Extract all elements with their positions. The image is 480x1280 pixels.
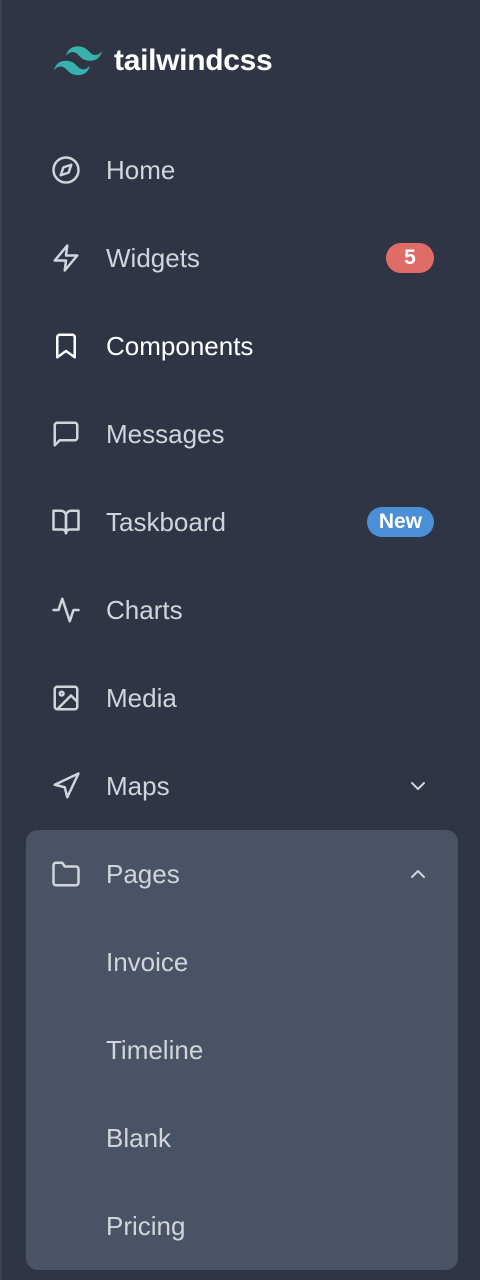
subnav-label: Blank	[106, 1122, 172, 1153]
nav-label: Messages	[106, 418, 225, 449]
chevron-up-icon[interactable]	[406, 862, 430, 886]
subnav-label: Invoice	[106, 946, 189, 977]
nav-label: Taskboard	[106, 506, 226, 537]
subnav-item-timeline[interactable]: Timeline	[26, 1006, 458, 1094]
nav-label: Components	[106, 330, 254, 361]
nav-item-home[interactable]: Home	[26, 126, 458, 214]
nav-label: Home	[106, 154, 176, 185]
nav-item-media[interactable]: Media	[26, 654, 458, 742]
book-open-icon	[50, 506, 82, 538]
nav-label: Widgets	[106, 242, 200, 273]
compass-icon	[50, 154, 82, 186]
lightning-icon	[50, 242, 82, 274]
nav-label: Pages	[106, 858, 180, 889]
brand-name: tailwindcss	[114, 44, 273, 77]
bookmark-icon	[50, 330, 82, 362]
subnav-item-invoice[interactable]: Invoice	[26, 918, 458, 1006]
tailwind-logo-icon	[54, 46, 102, 76]
nav-item-taskboard[interactable]: Taskboard New	[26, 478, 458, 566]
folder-icon	[50, 858, 82, 890]
nav-label: Charts	[106, 594, 183, 625]
chevron-down-icon[interactable]	[406, 774, 430, 798]
nav-label: Maps	[106, 770, 170, 801]
subnav-item-blank[interactable]: Blank	[26, 1094, 458, 1182]
nav-item-components[interactable]: Components	[26, 302, 458, 390]
activity-icon	[50, 594, 82, 626]
nav-item-messages[interactable]: Messages	[26, 390, 458, 478]
image-icon	[50, 682, 82, 714]
nav-item-widgets[interactable]: Widgets 5	[26, 214, 458, 302]
brand-logo[interactable]: tailwindcss	[54, 44, 273, 78]
subnav-item-pricing[interactable]: Pricing	[26, 1182, 458, 1270]
nav-label: Media	[106, 682, 177, 713]
navigation-icon	[50, 770, 82, 802]
subnav-label: Timeline	[106, 1034, 204, 1065]
nav-item-charts[interactable]: Charts	[26, 566, 458, 654]
count-badge: 5	[386, 243, 434, 273]
message-square-icon	[50, 418, 82, 450]
nav-item-maps[interactable]: Maps	[26, 742, 458, 830]
subnav-label: Pricing	[106, 1210, 186, 1241]
nav-item-pages[interactable]: Pages	[26, 830, 458, 918]
new-badge: New	[366, 507, 434, 537]
